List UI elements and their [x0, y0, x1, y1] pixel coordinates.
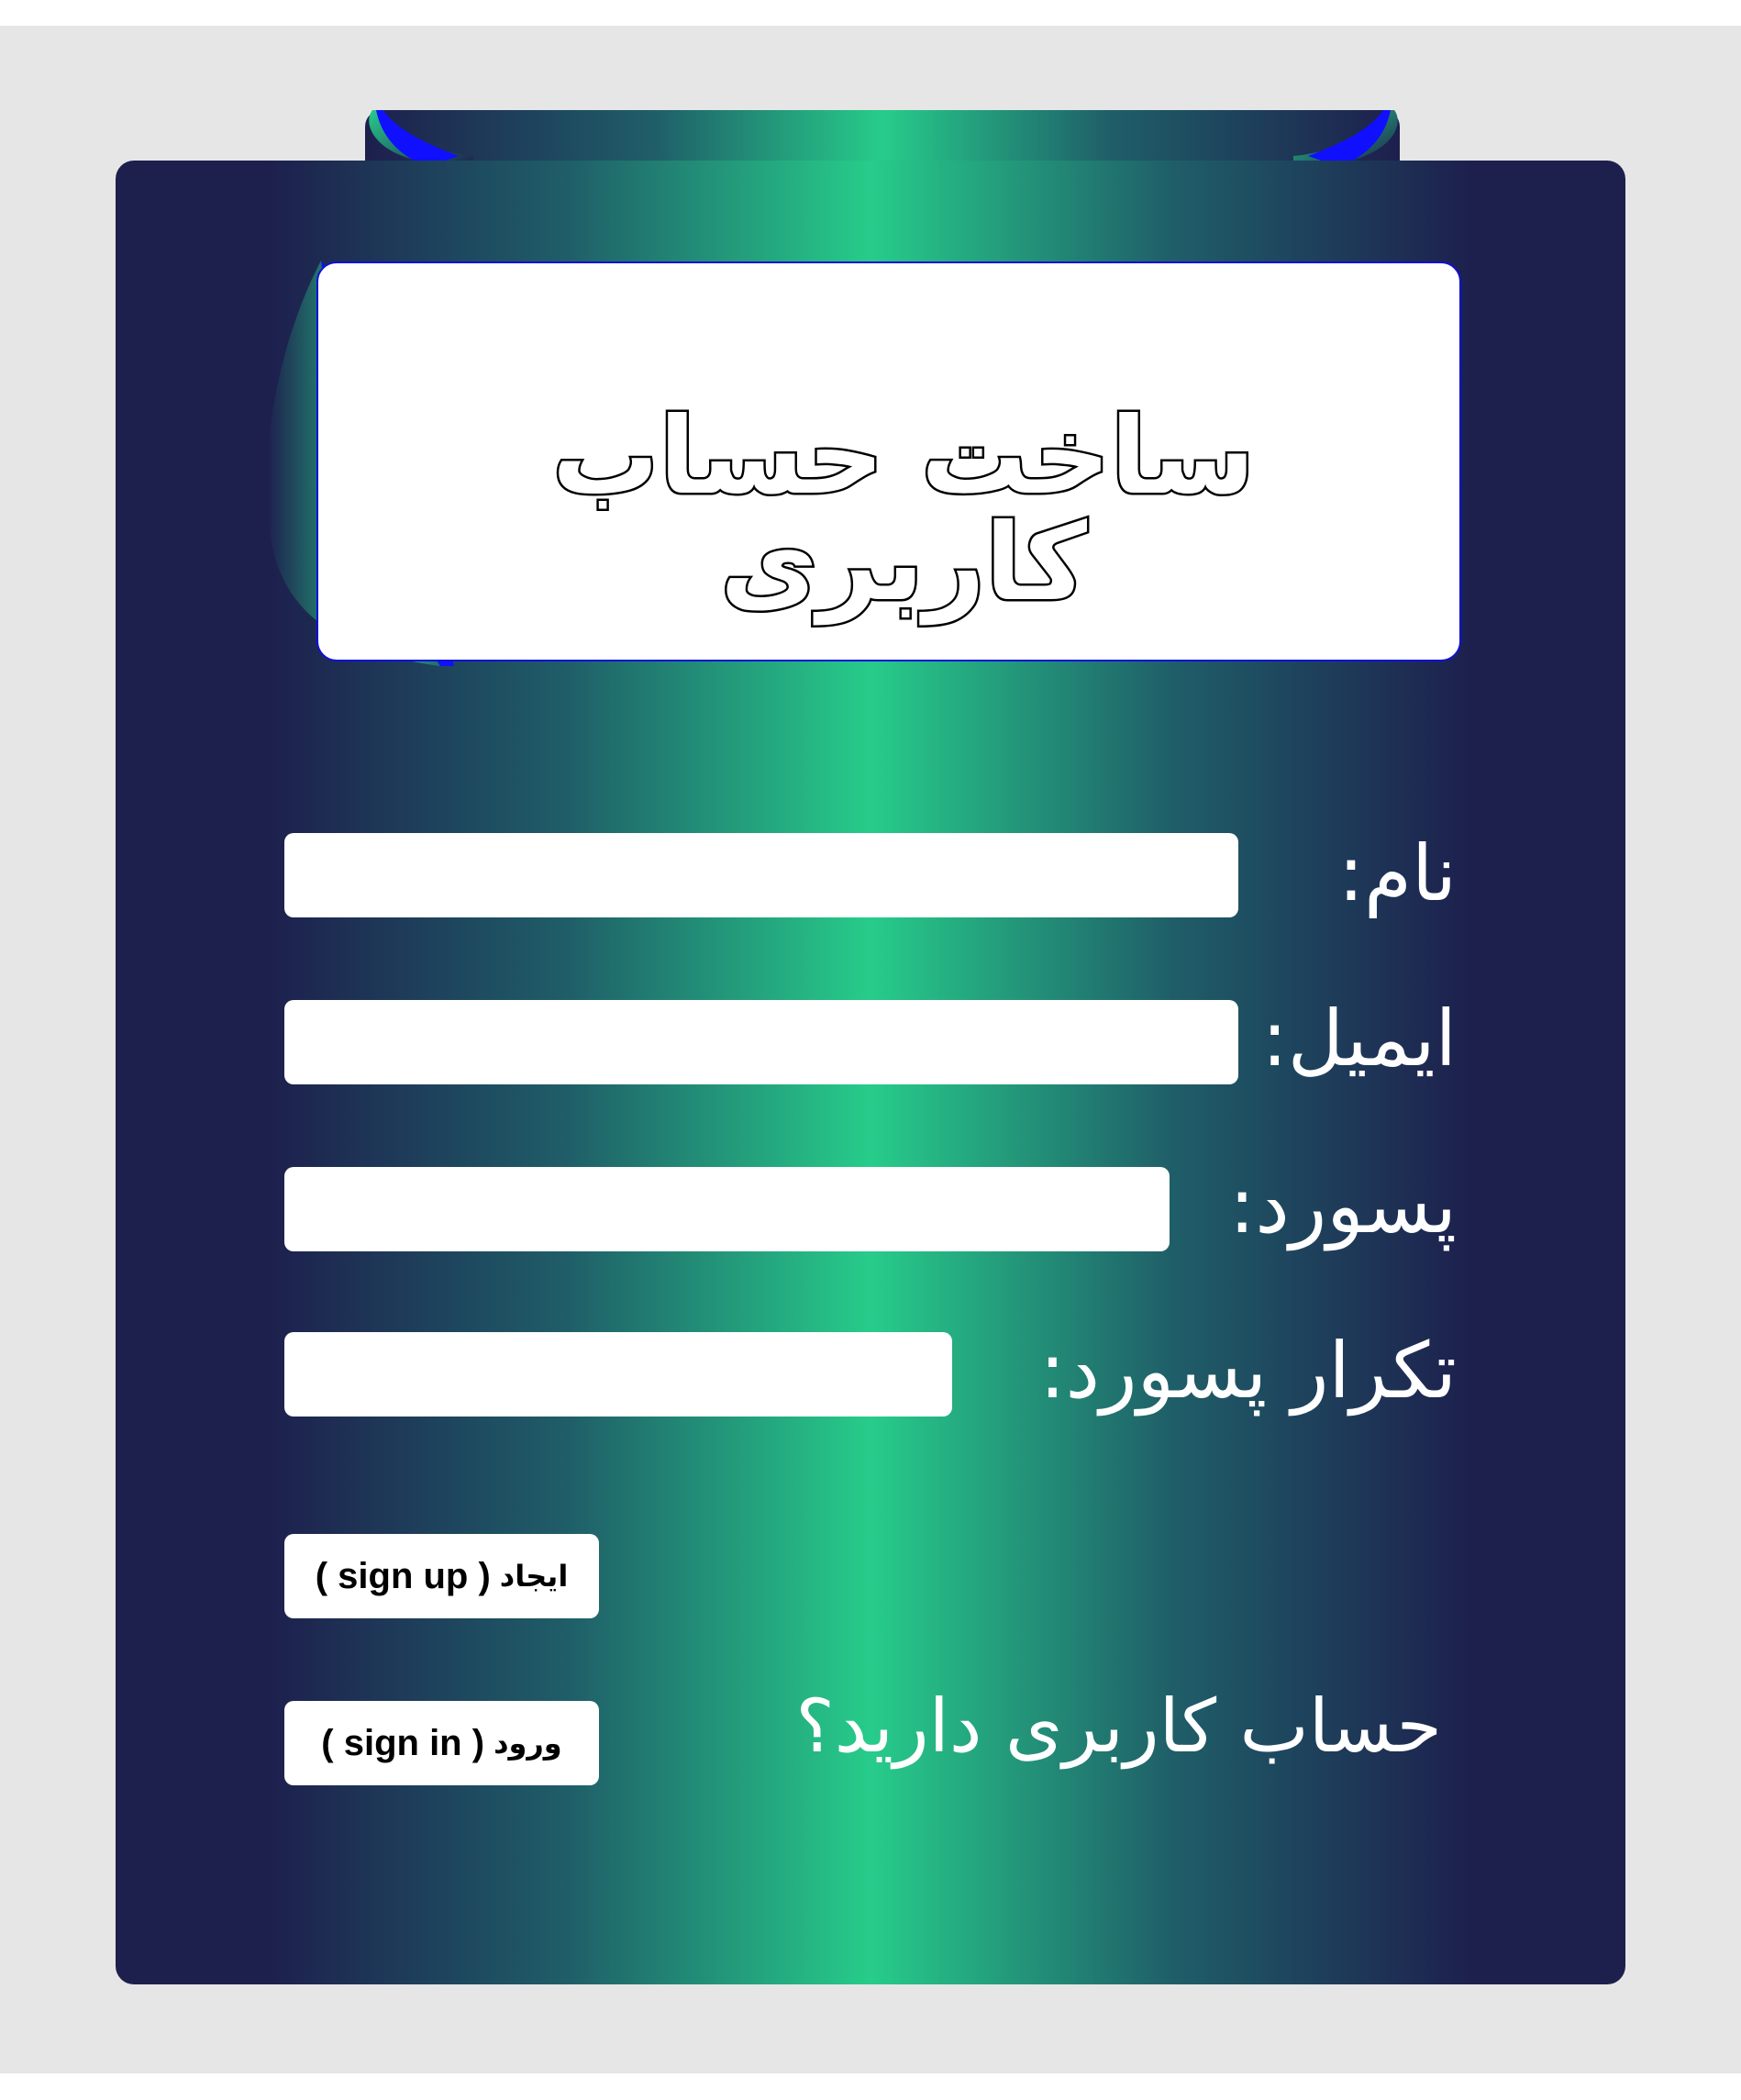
signin-button[interactable]: ( sign in ) ورود	[284, 1701, 599, 1785]
confirm-password-input[interactable]	[284, 1332, 952, 1417]
signin-label-en: ( sign in )	[321, 1722, 485, 1763]
page-title: ساخت حساب کاربری	[549, 394, 1257, 625]
name-input[interactable]	[284, 833, 1238, 917]
email-input[interactable]	[284, 1000, 1238, 1084]
email-label: ایمیل:	[1261, 994, 1457, 1083]
password-label: پسورد:	[1229, 1161, 1457, 1250]
name-label: نام:	[1337, 828, 1457, 918]
signup-button[interactable]: ( sign up ) ایجاد	[284, 1534, 599, 1618]
signup-label-en: ( sign up )	[315, 1555, 491, 1596]
signin-label-fa: ورود	[493, 1726, 562, 1761]
confirm-password-label: تکرار پسورد:	[1039, 1326, 1457, 1416]
ribbon-curl-right-icon	[1293, 110, 1398, 167]
ribbon-curl-left-icon	[369, 110, 473, 167]
password-input[interactable]	[284, 1167, 1170, 1251]
signin-question: حساب کاربری دارید؟	[795, 1683, 1442, 1769]
signup-label-fa: ایجاد	[499, 1559, 569, 1594]
